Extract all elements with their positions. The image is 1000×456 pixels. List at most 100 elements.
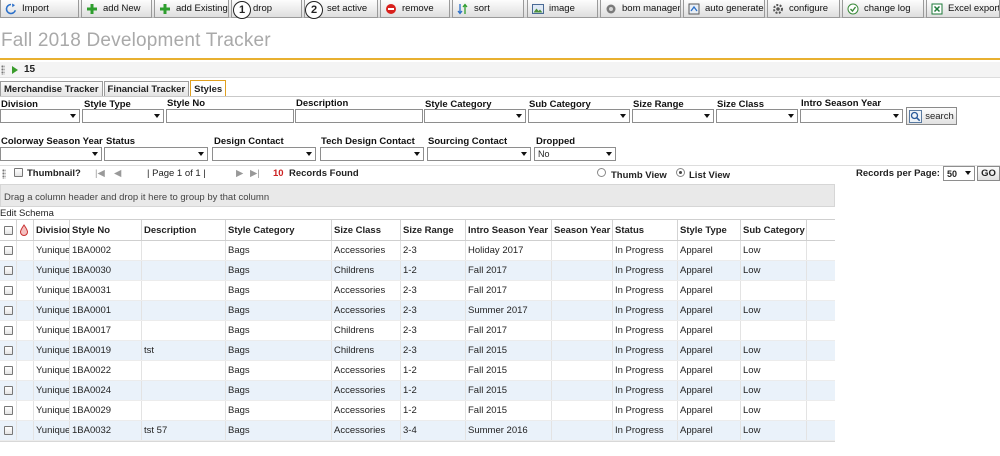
table-row[interactable]: Yunique Apparel1BA0032tst 57BagsAccessor… [0,421,835,441]
last-page-icon[interactable]: ▶| [250,168,260,179]
style-type-select[interactable] [82,109,164,123]
row-checkbox[interactable] [0,241,17,260]
column-header-sub-category[interactable]: Sub Category [741,220,807,240]
sort-button[interactable]: sort [452,0,524,18]
cell-style-type: Apparel [678,261,741,280]
checkbox-icon[interactable] [4,426,13,435]
row-checkbox[interactable] [0,361,17,380]
checkbox-icon[interactable] [4,286,13,295]
row-flag-cell [17,301,34,320]
checkbox-icon[interactable] [4,246,13,255]
thumbnail-checkbox[interactable] [14,168,23,177]
table-row[interactable]: Yunique Apparel1BA0001 BagsAccessories2-3… [0,301,835,321]
edit-schema-link[interactable]: Edit Schema [0,208,54,219]
row-checkbox[interactable] [0,261,17,280]
remove-button[interactable]: remove [380,0,450,18]
table-row[interactable]: Yunique Apparel1BA0019tstBagsChildrens2-… [0,341,835,361]
column-header-style-no[interactable]: Style No [70,220,142,240]
sub-category-select[interactable] [528,109,630,123]
list-view-radio[interactable] [676,168,685,177]
group-by-bar[interactable]: Drag a column header and drop it here to… [0,184,835,207]
checkbox-icon[interactable] [4,366,13,375]
chevron-down-icon [606,152,612,156]
division-select[interactable] [0,109,80,123]
select-all-checkbox[interactable] [0,220,17,240]
records-per-page-select[interactable]: 50 [943,166,975,181]
design-contact-select[interactable] [212,147,316,161]
description-input[interactable] [295,109,423,123]
table-row[interactable]: Yunique Apparel1BA0024 BagsAccessories1-2… [0,381,835,401]
table-row[interactable]: Yunique Apparel1BA0022 BagsAccessories1-2… [0,361,835,381]
add-new-button[interactable]: add New [81,0,152,18]
row-checkbox[interactable] [0,421,17,440]
table-row[interactable]: Yunique Apparel1BA0017 BagsChildrens2-3Fa… [0,321,835,341]
intro-season-year-label: Intro Season Year [801,98,882,109]
table-row[interactable]: Yunique Apparel1BA0030 BagsChildrens1-2Fa… [0,261,835,281]
grip-handle-icon[interactable] [1,64,5,75]
checkbox-icon[interactable] [4,406,13,415]
add-existing-button[interactable]: add Existing [154,0,229,18]
search-button[interactable]: search [906,107,957,125]
row-checkbox[interactable] [0,401,17,420]
column-header-division[interactable]: Division [34,220,70,240]
column-header-style-type[interactable]: Style Type [678,220,741,240]
tab-financial-tracker[interactable]: Financial Tracker [103,81,190,97]
column-header-style-category[interactable]: Style Category [226,220,332,240]
column-header-size-class[interactable]: Size Class [332,220,401,240]
thumb-view-radio[interactable] [597,168,606,177]
image-button[interactable]: image [527,0,598,18]
cell-size-range: 2-3 [401,301,466,320]
style-no-input[interactable] [166,109,294,123]
page-indicator: | Page 1 of 1 | [147,168,206,179]
status-select[interactable] [104,147,208,161]
intro-season-year-select[interactable] [800,109,903,123]
excel-export-button[interactable]: Excel export [926,0,1000,18]
row-checkbox[interactable] [0,381,17,400]
table-row[interactable]: Yunique Apparel1BA0029 BagsAccessories1-2… [0,401,835,421]
cell-status: In Progress [613,261,678,280]
bom-manager-button[interactable]: bom manager [600,0,681,18]
checkbox-icon[interactable] [4,266,13,275]
row-checkbox[interactable] [0,281,17,300]
checkbox-icon[interactable] [4,306,13,315]
play-icon[interactable] [12,65,18,74]
checkbox-icon[interactable] [4,386,13,395]
cell-size-range: 2-3 [401,241,466,260]
row-checkbox[interactable] [0,301,17,320]
chevron-down-icon [893,114,899,118]
row-checkbox[interactable] [0,321,17,340]
column-header-description[interactable]: Description [142,220,226,240]
tab-styles[interactable]: Styles [190,80,227,97]
auto-generate-button[interactable]: auto generate [683,0,765,18]
change-log-button[interactable]: change log [842,0,924,18]
column-header-season-year[interactable]: Season Year [552,220,613,240]
checkbox-icon[interactable] [4,225,13,235]
next-page-icon[interactable]: ▶ [236,168,243,179]
grip-handle-icon[interactable] [2,169,6,179]
row-checkbox[interactable] [0,341,17,360]
import-button[interactable]: Import [0,0,79,18]
column-header-intro-season-year[interactable]: Intro Season Year [466,220,552,240]
column-header-status[interactable]: Status [613,220,678,240]
style-category-select[interactable] [424,109,526,123]
cell-style-no: 1BA0019 [70,341,142,360]
table-row[interactable]: Yunique Apparel1BA0002 BagsAccessories2-3… [0,241,835,261]
checkbox-icon[interactable] [4,326,13,335]
go-button[interactable]: GO [977,166,1000,181]
tab-merchandise-tracker[interactable]: Merchandise Tracker [0,81,103,97]
sourcing-contact-select[interactable] [427,147,531,161]
cell-size-class: Childrens [332,261,401,280]
tech-design-contact-label: Tech Design Contact [321,136,415,147]
cell-sub-category: Low [741,301,807,320]
size-class-select[interactable] [716,109,798,123]
colorway-season-year-select[interactable] [0,147,102,161]
checkbox-icon[interactable] [4,346,13,355]
size-range-select[interactable] [632,109,714,123]
table-row[interactable]: Yunique Apparel1BA0031 BagsAccessories2-3… [0,281,835,301]
prev-page-icon[interactable]: ◀ [114,168,121,179]
dropped-select[interactable]: No [534,147,616,161]
first-page-icon[interactable]: |◀ [95,168,105,179]
tech-design-contact-select[interactable] [320,147,424,161]
column-header-size-range[interactable]: Size Range [401,220,466,240]
configure-button[interactable]: configure [767,0,840,18]
